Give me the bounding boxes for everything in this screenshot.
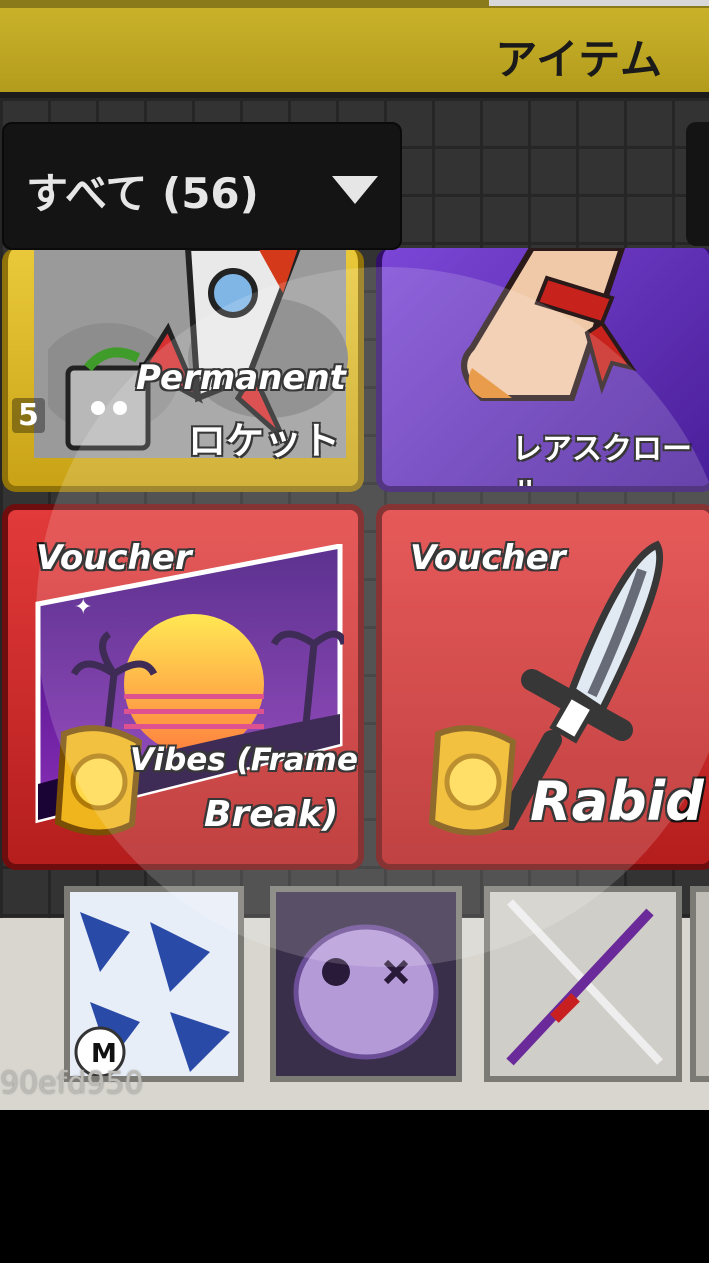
item-tag: Permanent <box>136 358 346 398</box>
background-slot <box>690 886 709 1082</box>
game-screen: アイテム 5 Permanent ロケット レアスクロール <box>0 0 709 1110</box>
top-strip <box>0 0 709 8</box>
pattern-icon: M <box>70 892 238 1078</box>
chevron-down-icon <box>332 176 378 204</box>
item-name: ロケット <box>188 419 341 463</box>
crossed-swords-icon <box>490 892 676 1076</box>
user-id: 90efd950 <box>0 1066 144 1101</box>
ghost-icon <box>276 892 456 1076</box>
item-count: 5 <box>12 398 45 433</box>
item-card-rare-scroll[interactable]: レアスクロール <box>376 248 709 492</box>
gold-coin-icon <box>428 725 517 836</box>
item-name: Rabid <box>530 770 704 833</box>
scroll-icon <box>461 248 637 401</box>
item-card-rocket[interactable]: 5 Permanent ロケット <box>2 248 364 492</box>
svg-text:✦: ✦ <box>74 595 92 620</box>
background-slot <box>270 886 462 1082</box>
item-name-line1: Vibes (Frame <box>130 742 359 778</box>
filter-label: すべて (56) <box>26 169 259 218</box>
filter-dropdown[interactable]: すべて (56) <box>2 122 402 250</box>
background-slot <box>484 886 682 1082</box>
item-name: レアスクロール <box>512 432 692 486</box>
page-title: アイテム <box>495 35 663 84</box>
background-slot: M <box>64 886 244 1082</box>
slot-badge-text: M <box>91 1039 117 1069</box>
title-bar: アイテム <box>0 8 709 98</box>
side-button[interactable] <box>686 122 709 246</box>
item-name-line2: Break) <box>204 794 339 835</box>
item-card-vibes-voucher[interactable]: Voucher ✦ Vibes (Frame Break) <box>2 504 364 870</box>
item-card-rabid-voucher[interactable]: Voucher Rabid <box>376 504 709 870</box>
